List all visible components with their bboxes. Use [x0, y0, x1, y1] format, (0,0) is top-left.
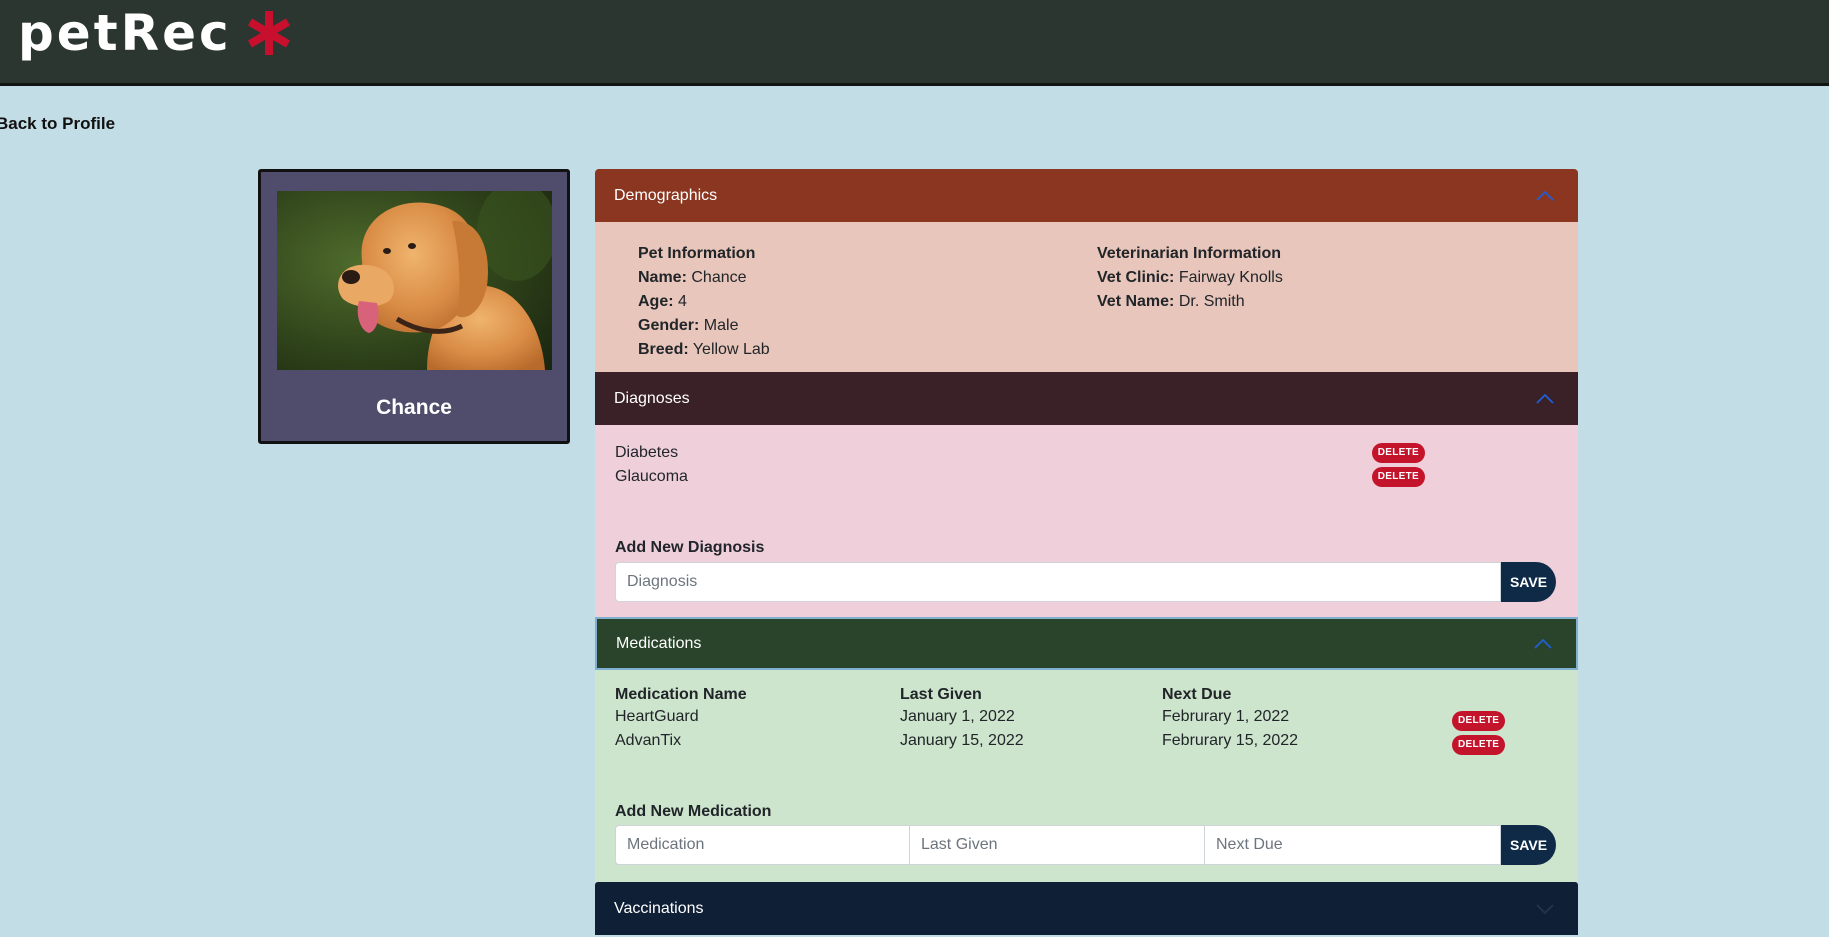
chevron-up-icon [1534, 638, 1552, 649]
medication-input[interactable]: Medication [615, 825, 910, 865]
diagnosis-item: Diabetes DELETE [615, 441, 1425, 465]
column-last-given: Last Given [900, 686, 982, 703]
medications-panel: Medication Name Last Given Next Due Hear… [595, 670, 1578, 882]
column-medication-name: Medication Name [615, 686, 747, 703]
diagnosis-input[interactable]: Diagnosis [615, 562, 1501, 602]
medication-name: HeartGuard [615, 708, 699, 725]
last-given-input[interactable]: Last Given [910, 825, 1205, 865]
add-medication-form: Medication Last Given Next Due SAVE [615, 825, 1556, 865]
pet-field-breed: Breed: Yellow Lab [638, 341, 770, 358]
diagnosis-item: Glaucoma DELETE [615, 465, 1425, 489]
demographics-panel: Pet Information Name: Chance Age: 4 Gend… [595, 222, 1578, 372]
pet-name: Chance [376, 396, 452, 419]
vet-information-heading: Veterinarian Information [1097, 245, 1282, 262]
app-title: petRec [18, 4, 232, 62]
diagnoses-header[interactable]: Diagnoses [595, 372, 1578, 425]
chevron-up-icon [1536, 190, 1554, 201]
delete-diagnosis-button[interactable]: DELETE [1371, 443, 1425, 463]
vaccinations-header[interactable]: Vaccinations [595, 882, 1578, 935]
column-next-due: Next Due [1162, 686, 1232, 703]
asterisk-icon [247, 11, 290, 55]
medications-table-header: Medication Name Last Given Next Due [615, 686, 1515, 710]
vaccinations-title: Vaccinations [614, 899, 704, 917]
save-medication-button[interactable]: SAVE [1501, 825, 1556, 865]
vet-field-name: Vet Name: Dr. Smith [1097, 293, 1245, 310]
medication-last-given: January 1, 2022 [900, 708, 1015, 725]
delete-diagnosis-button[interactable]: DELETE [1371, 467, 1425, 487]
pet-photo [277, 191, 552, 370]
demographics-header[interactable]: Demographics [595, 169, 1578, 222]
pet-profile-card: Chance [258, 169, 570, 444]
chevron-down-icon [1536, 903, 1554, 914]
medication-row: AdvanTix January 15, 2022 Februrary 15, … [615, 732, 1515, 756]
delete-medication-button[interactable]: DELETE [1452, 711, 1506, 731]
pet-field-gender: Gender: Male [638, 317, 739, 334]
medication-next-due: Februrary 1, 2022 [1162, 708, 1290, 725]
save-diagnosis-button[interactable]: SAVE [1501, 562, 1556, 602]
diagnosis-name: Diabetes [615, 444, 679, 461]
add-diagnosis-label: Add New Diagnosis [615, 539, 765, 556]
diagnoses-title: Diagnoses [614, 389, 690, 407]
veterinarian-information: Veterinarian Information Vet Clinic: Fai… [1097, 242, 1283, 314]
pet-field-name: Name: Chance [638, 269, 747, 286]
add-diagnosis-form: Diagnosis SAVE [615, 562, 1556, 602]
top-navbar: petRec [0, 0, 1829, 86]
medication-row: HeartGuard January 1, 2022 Februrary 1, … [615, 708, 1515, 732]
pet-information-heading: Pet Information [638, 245, 756, 262]
diagnosis-name: Glaucoma [615, 468, 688, 485]
medication-name: AdvanTix [615, 732, 682, 749]
medication-next-due: Februrary 15, 2022 [1162, 732, 1299, 749]
back-to-profile-link[interactable]: Back to Profile [0, 114, 115, 134]
pet-information: Pet Information Name: Chance Age: 4 Gend… [638, 242, 770, 362]
pet-field-age: Age: 4 [638, 293, 687, 310]
vet-field-clinic: Vet Clinic: Fairway Knolls [1097, 269, 1283, 286]
diagnoses-panel: Diabetes DELETE Glaucoma DELETE Add New … [595, 425, 1578, 617]
delete-medication-button[interactable]: DELETE [1452, 735, 1506, 755]
medication-last-given: January 15, 2022 [900, 732, 1024, 749]
medications-title: Medications [616, 634, 702, 652]
next-due-input[interactable]: Next Due [1205, 825, 1501, 865]
app-logo[interactable]: petRec [18, 4, 292, 62]
records-accordion: Demographics Pet Information Name: Chanc… [595, 169, 1578, 935]
medications-header[interactable]: Medications [595, 617, 1578, 670]
add-medication-label: Add New Medication [615, 803, 772, 820]
demographics-title: Demographics [614, 186, 718, 204]
chevron-up-icon [1536, 393, 1554, 404]
